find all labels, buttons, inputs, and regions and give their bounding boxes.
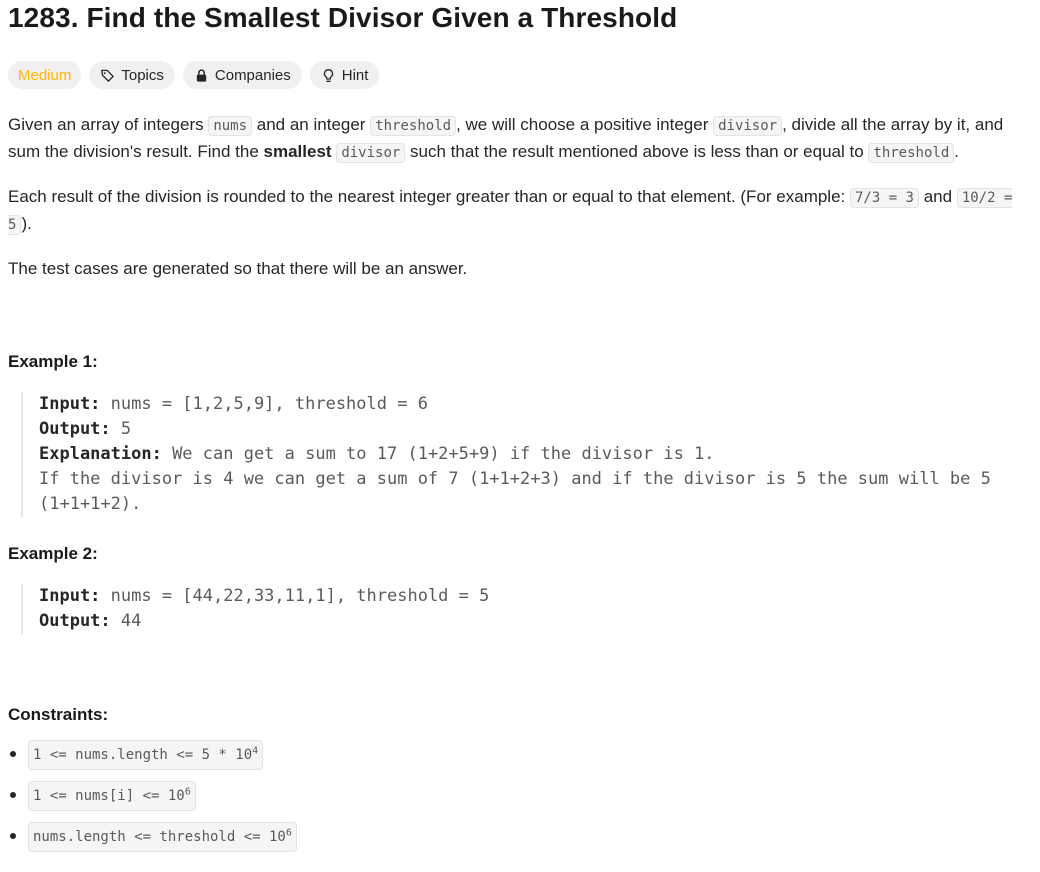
tag-bar: Medium Topics Companies Hint: [8, 61, 380, 89]
example-explanation-line: If the divisor is 4 we can get a sum of …: [39, 469, 991, 489]
input-label: Input:: [39, 394, 101, 414]
constraint-text: 1 <= nums.length <= 5 * 10: [33, 746, 253, 763]
inline-code: 1 <= nums[i] <= 106: [28, 780, 196, 811]
example-1-block: Input: nums = [1,2,5,9], threshold = 6 O…: [21, 392, 1029, 517]
list-item: nums.length <= threshold <= 106: [8, 816, 297, 857]
input-value: nums = [1,2,5,9], threshold = 6: [100, 394, 428, 414]
description-paragraph-3: The test cases are generated so that the…: [8, 259, 468, 278]
topics-button[interactable]: Topics: [89, 61, 175, 89]
companies-button[interactable]: Companies: [182, 61, 302, 89]
example-2-title: Example 2:: [8, 544, 98, 563]
example-input-line: Input: nums = [44,22,33,11,1], threshold…: [39, 584, 1029, 609]
text: Given an array of integers: [8, 115, 209, 134]
inline-code: divisor: [336, 143, 406, 163]
inline-code: nums: [208, 116, 253, 136]
description-paragraph-2: Each result of the division is rounded t…: [8, 184, 1032, 238]
hint-button[interactable]: Hint: [309, 61, 380, 89]
topics-label: Topics: [121, 66, 164, 84]
text: such that the result mentioned above is …: [405, 142, 869, 161]
text: .: [954, 142, 959, 161]
hint-label: Hint: [341, 66, 369, 84]
explanation-label: Explanation:: [39, 444, 162, 464]
output-value: 44: [110, 611, 142, 631]
difficulty-badge: Medium: [8, 61, 82, 89]
inline-code: divisor: [713, 116, 783, 136]
example-2-block: Input: nums = [44,22,33,11,1], threshold…: [21, 584, 1029, 634]
problem-title: 1283. Find the Smallest Divisor Given a …: [8, 2, 678, 33]
list-item: 1 <= nums[i] <= 106: [8, 775, 297, 816]
output-label: Output:: [39, 611, 111, 631]
inline-code: nums.length <= threshold <= 106: [28, 821, 297, 852]
tag-icon: [100, 68, 115, 83]
example-output-line: Output: 5: [39, 417, 1029, 442]
lock-icon: [194, 68, 209, 83]
constraint-text: 1 <= nums[i] <= 10: [33, 787, 185, 804]
example-explanation-line: Explanation: We can get a sum to 17 (1+2…: [39, 442, 1029, 467]
lightbulb-icon: [321, 68, 336, 83]
bold-text: smallest: [263, 142, 332, 161]
exponent: 6: [184, 785, 191, 797]
example-explanation-line: (1+1+1+2).: [39, 494, 142, 514]
inline-code: 7/3 = 3: [849, 188, 919, 208]
companies-label: Companies: [214, 66, 291, 84]
description-paragraph-1: Given an array of integers nums and an i…: [8, 112, 1032, 166]
list-item: 1 <= nums.length <= 5 * 104: [8, 734, 297, 775]
difficulty-label: Medium: [18, 66, 72, 84]
input-label: Input:: [39, 586, 101, 606]
explanation-value: We can get a sum to 17 (1+2+5+9) if the …: [161, 444, 715, 464]
text: and an integer: [252, 115, 371, 134]
inline-code: 1 <= nums.length <= 5 * 104: [28, 739, 264, 770]
example-input-line: Input: nums = [1,2,5,9], threshold = 6: [39, 392, 1029, 417]
text: , we will choose a positive integer: [456, 115, 714, 134]
exponent: 6: [285, 826, 292, 838]
input-value: nums = [44,22,33,11,1], threshold = 5: [100, 586, 490, 606]
exponent: 4: [252, 744, 259, 756]
text: ).: [21, 214, 32, 233]
text: and: [919, 187, 957, 206]
example-output-line: Output: 44: [39, 609, 1029, 634]
constraints-list: 1 <= nums.length <= 5 * 104 1 <= nums[i]…: [8, 734, 297, 857]
output-value: 5: [110, 419, 132, 439]
inline-code: threshold: [868, 143, 955, 163]
inline-code: threshold: [370, 116, 457, 136]
constraint-text: nums.length <= threshold <= 10: [33, 828, 286, 845]
output-label: Output:: [39, 419, 111, 439]
text: Each result of the division is rounded t…: [8, 187, 850, 206]
example-1-title: Example 1:: [8, 352, 98, 371]
constraints-title: Constraints:: [8, 705, 109, 724]
